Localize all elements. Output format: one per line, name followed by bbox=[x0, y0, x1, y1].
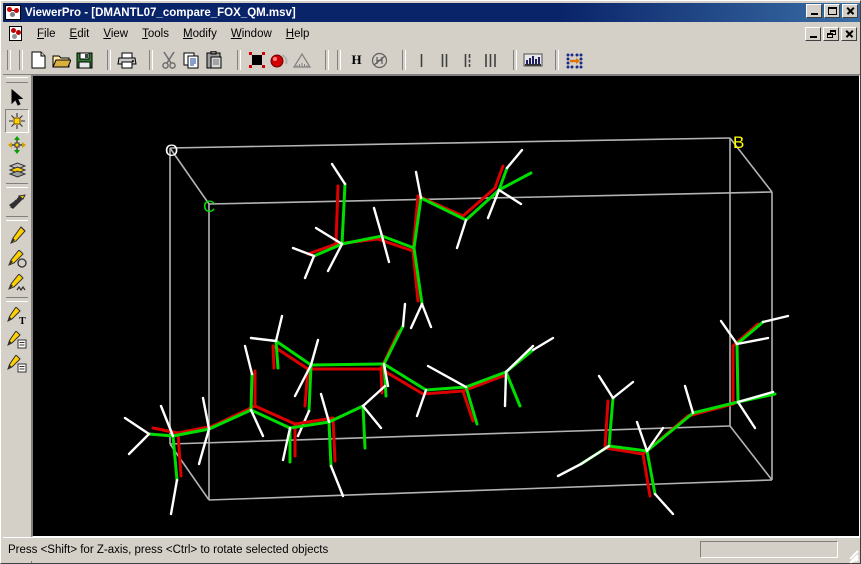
app-icon bbox=[5, 5, 21, 20]
menu-label-window: indow bbox=[241, 28, 272, 40]
toolbar-separator-5 bbox=[402, 50, 406, 70]
rotate-tool[interactable] bbox=[5, 109, 29, 133]
menu-item-tools[interactable]: Tools bbox=[135, 26, 176, 42]
menu-label-edit: dit bbox=[77, 28, 90, 40]
copy-button[interactable] bbox=[180, 49, 203, 71]
menu-item-help[interactable]: Help bbox=[279, 26, 317, 42]
open-document-button[interactable] bbox=[50, 49, 73, 71]
palette-grip[interactable] bbox=[6, 77, 28, 83]
c-axis-label: C bbox=[203, 197, 215, 216]
close-button[interactable] bbox=[842, 4, 858, 18]
mdi-minimize-button[interactable] bbox=[805, 27, 821, 41]
chart-button[interactable] bbox=[521, 49, 544, 71]
svg-text:T: T bbox=[19, 316, 26, 325]
palette-separator-2 bbox=[6, 216, 28, 221]
toolbar-separator-1 bbox=[107, 50, 111, 70]
annotate-tool[interactable] bbox=[5, 328, 29, 352]
menu-label-modify: odify bbox=[192, 28, 217, 40]
menu-bar: File Edit View Tools Modify Window Help bbox=[3, 24, 860, 44]
menu-label-tools: ools bbox=[147, 28, 169, 40]
select-tool[interactable] bbox=[5, 85, 29, 109]
menu-item-edit[interactable]: Edit bbox=[63, 26, 97, 42]
single-bond-button[interactable] bbox=[410, 49, 433, 71]
tool-palette: T bbox=[3, 75, 32, 563]
molecule-middle-left bbox=[249, 302, 555, 438]
save-document-button[interactable] bbox=[73, 49, 96, 71]
partial-bond-button[interactable] bbox=[456, 49, 479, 71]
menu-item-window[interactable]: Window bbox=[224, 26, 279, 42]
double-bond-button[interactable] bbox=[433, 49, 456, 71]
molecular-viewport-3d[interactable]: O C B bbox=[33, 76, 859, 536]
menu-label-help: elp bbox=[294, 28, 310, 40]
translate-tool[interactable] bbox=[5, 133, 29, 157]
document-molecule-icon[interactable] bbox=[7, 25, 25, 43]
mdi-window-controls bbox=[805, 27, 857, 41]
triple-bond-button[interactable] bbox=[479, 49, 502, 71]
paste-button[interactable] bbox=[203, 49, 226, 71]
unit-cell-box bbox=[169, 137, 773, 501]
molecule-scene: O C B bbox=[123, 133, 790, 516]
toolbar-grip[interactable] bbox=[7, 50, 11, 70]
monitor-tool[interactable] bbox=[5, 352, 29, 376]
resize-grip-icon[interactable] bbox=[844, 543, 859, 563]
toolbar-separator-6 bbox=[513, 50, 517, 70]
main-toolbar: H bbox=[3, 46, 860, 75]
new-document-button[interactable] bbox=[27, 49, 50, 71]
molecule-top bbox=[291, 148, 533, 330]
window-controls bbox=[806, 4, 858, 18]
grab-tool[interactable] bbox=[5, 190, 29, 214]
menu-label-file: ile bbox=[44, 28, 56, 40]
status-message: Press <Shift> for Z-axis, press <Ctrl> t… bbox=[8, 544, 329, 556]
toolbar-separator-3 bbox=[237, 50, 241, 70]
molecule-bottom-left bbox=[123, 344, 387, 516]
toolbar-separator-4 bbox=[325, 50, 329, 70]
maximize-button[interactable] bbox=[824, 4, 840, 18]
print-button[interactable] bbox=[115, 49, 138, 71]
status-progress-pane bbox=[700, 541, 838, 558]
molecular-viewport-frame: O C B bbox=[32, 75, 860, 537]
status-bar: Press <Shift> for Z-axis, press <Ctrl> t… bbox=[3, 537, 860, 563]
hydrogen-off-button[interactable] bbox=[368, 49, 391, 71]
minimize-button[interactable] bbox=[806, 4, 822, 18]
select-all-button[interactable] bbox=[245, 49, 268, 71]
draw-ring-tool[interactable] bbox=[5, 247, 29, 271]
window-title: ViewerPro - [DMANTL07_compare_FOX_QM.msv… bbox=[25, 6, 296, 19]
application-window: ViewerPro - [DMANTL07_compare_FOX_QM.msv… bbox=[0, 0, 861, 564]
origin-axis-label: O bbox=[165, 141, 178, 160]
cut-button[interactable] bbox=[157, 49, 180, 71]
hydrogen-button[interactable]: H bbox=[345, 49, 368, 71]
draw-atom-tool[interactable] bbox=[5, 223, 29, 247]
mdi-close-button[interactable] bbox=[841, 27, 857, 41]
menu-item-view[interactable]: View bbox=[96, 26, 135, 42]
menu-item-file[interactable]: File bbox=[30, 26, 63, 42]
text-label-tool[interactable]: T bbox=[5, 304, 29, 328]
menu-label-view: iew bbox=[110, 28, 129, 40]
mdi-restore-button[interactable] bbox=[823, 27, 839, 41]
title-bar: ViewerPro - [DMANTL07_compare_FOX_QM.msv… bbox=[3, 3, 860, 22]
toolbar-separator-2 bbox=[149, 50, 153, 70]
color-button[interactable] bbox=[268, 49, 291, 71]
superimpose-button[interactable] bbox=[563, 49, 586, 71]
zoom-tool[interactable] bbox=[5, 157, 29, 181]
measure-button[interactable] bbox=[291, 49, 314, 71]
b-axis-label: B bbox=[733, 133, 744, 152]
toolbar-grip-2[interactable] bbox=[19, 50, 23, 70]
palette-separator-1 bbox=[6, 183, 28, 188]
menu-item-modify[interactable]: Modify bbox=[176, 26, 224, 42]
draw-chain-tool[interactable] bbox=[5, 271, 29, 295]
palette-separator-3 bbox=[6, 297, 28, 302]
toolbar-separator-7 bbox=[555, 50, 559, 70]
toolbar-separator-4b bbox=[337, 50, 341, 70]
